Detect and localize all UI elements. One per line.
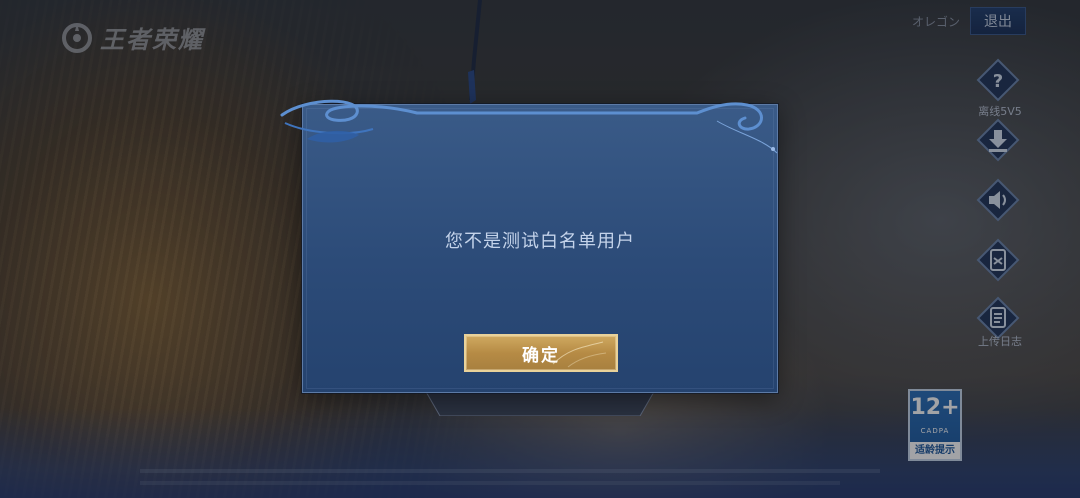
- confirm-button-label: 确定: [522, 345, 560, 366]
- alert-dialog: 您不是测试白名单用户 确定: [280, 99, 778, 393]
- confirm-button[interactable]: 确定: [464, 334, 618, 372]
- dialog-swirl-ornament: [280, 99, 778, 154]
- hidden-plaque: [425, 390, 655, 416]
- dialog-message: 您不是测试白名单用户: [445, 231, 635, 252]
